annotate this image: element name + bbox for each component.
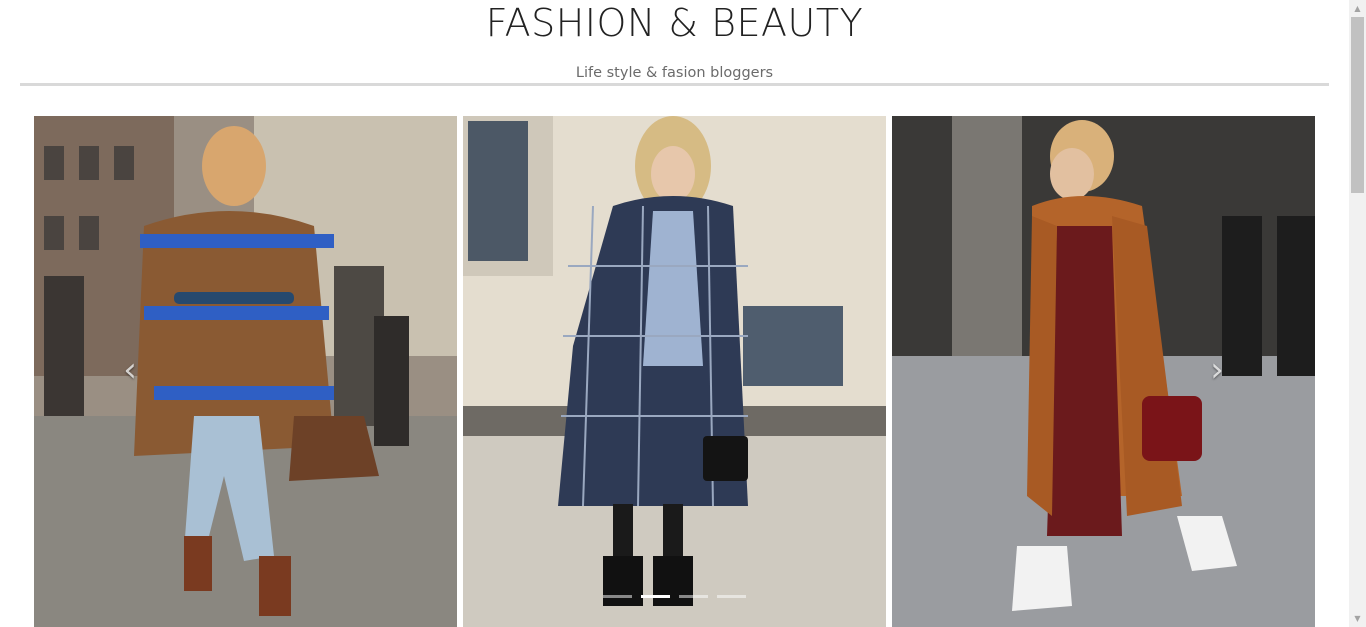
carousel-next-button[interactable]: › [1202, 352, 1232, 388]
chevron-left-icon: ‹ [123, 350, 137, 390]
plaid-coat-photo [463, 116, 886, 627]
carousel-slide-3[interactable] [892, 116, 1315, 627]
carousel-slide-2[interactable] [463, 116, 886, 627]
carousel-prev-button[interactable]: ‹ [115, 352, 145, 388]
scroll-up-icon[interactable]: ▲ [1349, 0, 1366, 17]
site-tagline: Life style & fasion bloggers [575, 65, 774, 81]
carousel-indicators [603, 595, 747, 601]
rust-trench-coat-photo [892, 116, 1315, 627]
street-style-fur-coat-photo [34, 116, 457, 627]
site-header: FASHION & BEAUTY Life style & fasion blo… [0, 0, 1349, 90]
image-carousel: ‹ › [34, 116, 1315, 627]
carousel-indicator-4[interactable] [717, 595, 746, 598]
page-scrollbar[interactable]: ▲ ▼ [1349, 0, 1366, 627]
carousel-slide-1[interactable] [34, 116, 457, 627]
header-divider [20, 83, 1329, 86]
chevron-right-icon: › [1210, 350, 1224, 390]
scroll-down-icon[interactable]: ▼ [1349, 610, 1366, 627]
scroll-thumb[interactable] [1351, 17, 1364, 193]
site-title: FASHION & BEAUTY [485, 1, 864, 45]
carousel-indicator-3[interactable] [679, 595, 708, 598]
carousel-indicator-2[interactable] [641, 595, 670, 598]
carousel-indicator-1[interactable] [603, 595, 632, 598]
